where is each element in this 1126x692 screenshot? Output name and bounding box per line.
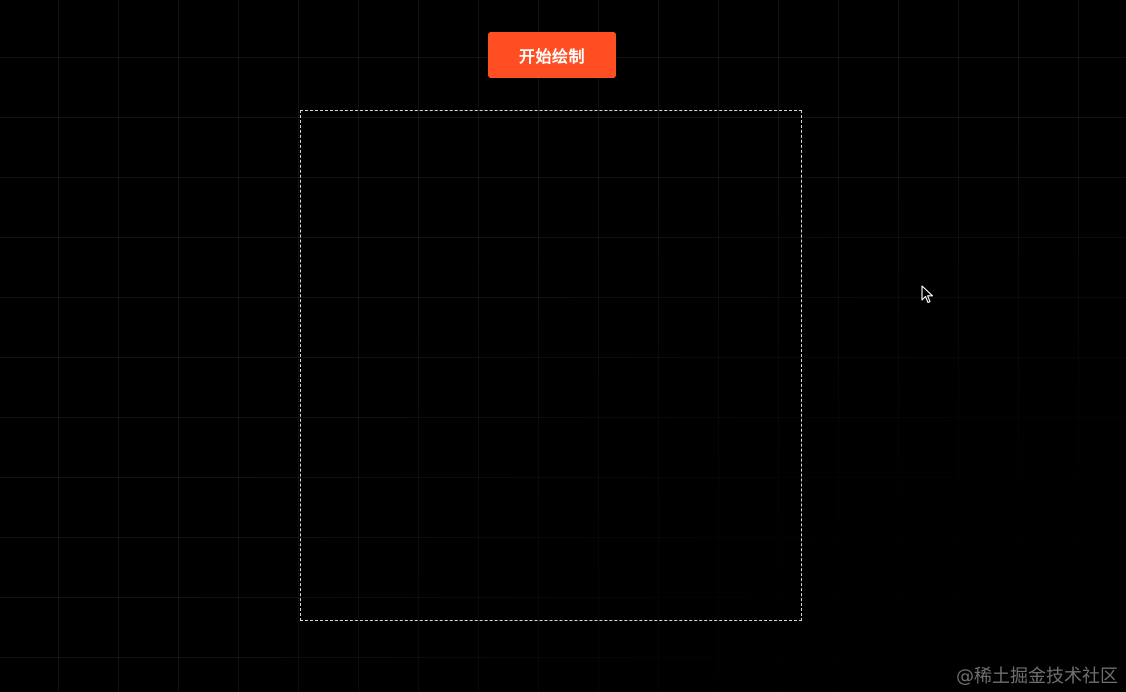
- start-drawing-button[interactable]: 开始绘制: [488, 32, 616, 78]
- watermark-text: @稀土掘金技术社区: [956, 666, 1118, 687]
- drawing-canvas[interactable]: [300, 110, 802, 621]
- drawing-stage: 开始绘制 @稀土掘金技术社区: [0, 0, 1126, 692]
- arrow-pointer-icon: [921, 285, 934, 304]
